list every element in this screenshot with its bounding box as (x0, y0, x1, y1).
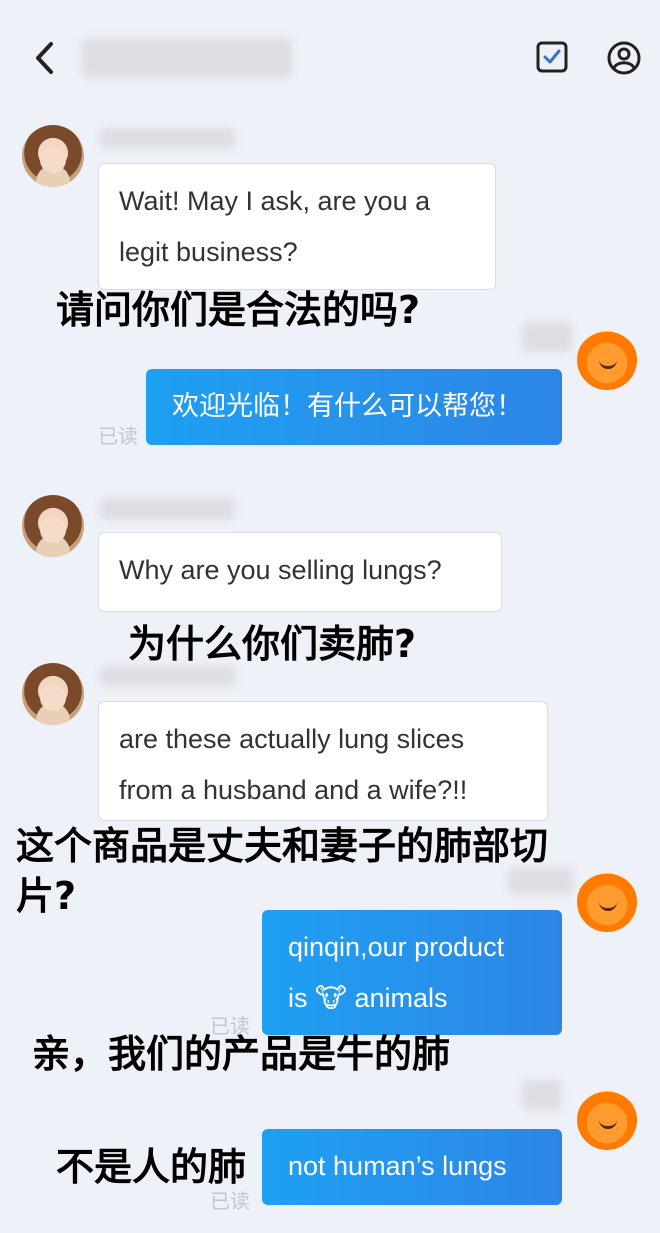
message-text-part: is (288, 983, 315, 1013)
message-bubble-incoming[interactable]: Why are you selling lungs? (98, 532, 502, 612)
caption-text: 这个商品是丈夫和妻子的肺部切 (16, 824, 549, 868)
seller-name-blurred (522, 322, 572, 352)
message-text: from a husband and a wife?!! (119, 775, 468, 805)
message-text: are these actually lung slices (119, 724, 465, 754)
message-bubble-outgoing[interactable]: 欢迎光临！有什么可以帮您！ (146, 369, 562, 445)
person-icon[interactable] (606, 40, 642, 76)
caption-text: 亲，我们的产品是牛的肺 (32, 1032, 451, 1076)
customer-avatar[interactable] (22, 125, 84, 187)
chevron-left-icon[interactable] (26, 38, 66, 78)
customer-avatar[interactable] (22, 495, 84, 557)
customer-avatar[interactable] (22, 663, 84, 725)
message-text: Wait! May I ask, are you a (119, 186, 431, 216)
message-text-part: animals (346, 983, 448, 1013)
seller-avatar[interactable] (577, 1090, 637, 1150)
customer-name-blurred (100, 128, 235, 148)
message-bubble-outgoing[interactable]: qinqin,our product is 🐮 animals (262, 910, 562, 1035)
seller-avatar[interactable] (577, 330, 637, 390)
caption-text: 请问你们是合法的吗? (56, 288, 421, 332)
seller-avatar[interactable] (577, 872, 637, 932)
message-bubble-incoming[interactable]: Wait! May I ask, are you a legit busines… (98, 163, 496, 290)
message-bubble-incoming[interactable]: are these actually lung slices from a hu… (98, 701, 548, 821)
cow-emoji-icon: 🐮 (315, 983, 347, 1013)
customer-name-blurred (100, 666, 235, 686)
message-text: qinqin,our product (288, 932, 505, 962)
seller-name-blurred (522, 1080, 562, 1110)
message-text: 欢迎光临！有什么可以帮您！ (172, 391, 523, 421)
message-text: not human’s lungs (288, 1151, 507, 1181)
message-text: is 🐮 animals (288, 973, 536, 1024)
message-text: Why are you selling lungs? (119, 555, 442, 585)
caption-text: 为什么你们卖肺? (128, 622, 417, 666)
message-text: legit business? (119, 237, 298, 267)
top-bar (0, 0, 660, 120)
message-bubble-outgoing[interactable]: not human’s lungs (262, 1129, 562, 1205)
customer-name-blurred (100, 498, 235, 520)
caption-text: 不是人的肺 (56, 1145, 247, 1189)
contact-name-blurred (82, 38, 292, 78)
caption-text: 片? (16, 874, 77, 918)
read-status: 已读 (98, 426, 138, 448)
checkbox-icon[interactable] (535, 40, 569, 74)
seller-name-blurred (508, 868, 573, 894)
